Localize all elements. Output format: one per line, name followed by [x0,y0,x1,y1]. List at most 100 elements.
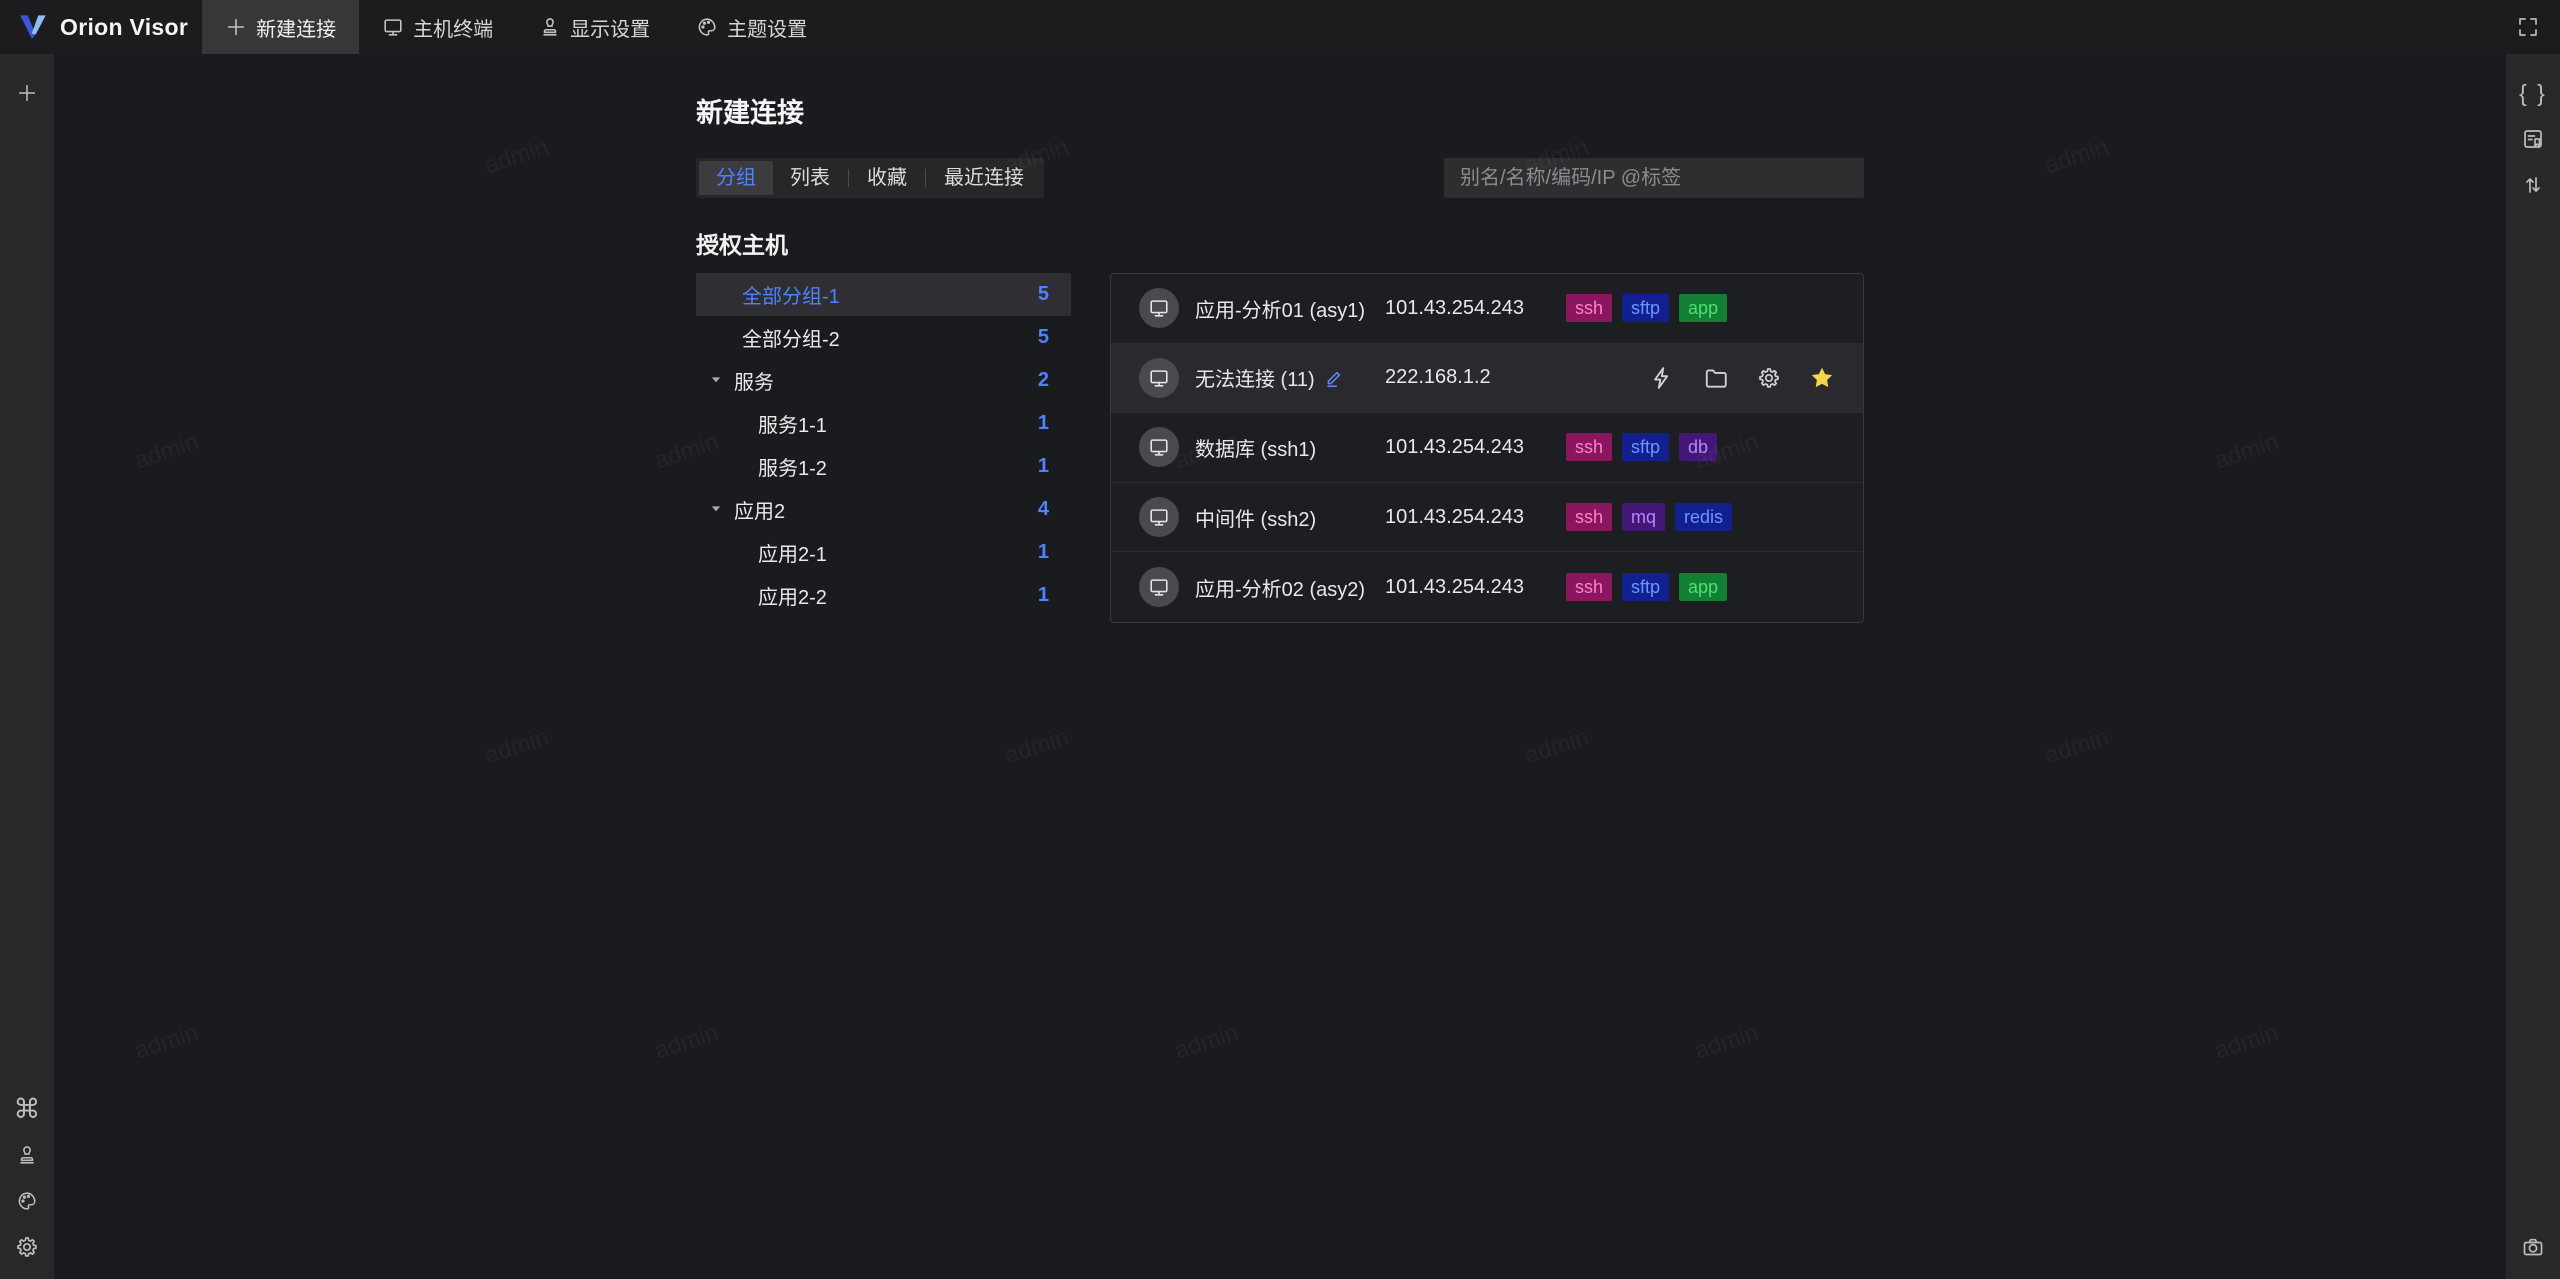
host-name: 应用-分析02 (asy2) [1195,578,1366,601]
group-tree: 授权主机 全部分组-1 5 全部分组-2 5 服务 2 服务1-1 1 服务1-… [696,198,1071,623]
tree-item-count: 1 [1037,584,1049,606]
divider [848,169,849,187]
tag-app: app [1679,573,1728,602]
tree-item[interactable]: 服务1-1 1 [696,402,1071,445]
watermark-text: admin [2211,1019,2282,1066]
app-name: Orion Visor [60,13,189,40]
host-row[interactable]: 中间件 (ssh2) 101.43.254.243 ssh mq redis [1111,483,1863,553]
action-gear-icon[interactable] [1757,366,1781,390]
watermark-text: admin [1171,1019,1242,1066]
stamp-icon [539,16,561,38]
tab-new-connection[interactable]: 新建连接 [202,0,360,54]
monitor-icon [382,16,404,38]
watermark-text: admin [1001,724,1072,771]
tree-item[interactable]: 服务 2 [696,359,1071,402]
tag-sftp: sftp [1622,573,1670,602]
tree-item-label: 应用2-1 [758,544,827,566]
view-tab-recent[interactable]: 最近连接 [927,161,1041,195]
fullscreen-button[interactable] [2511,10,2545,44]
tag-sftp: sftp [1622,433,1670,462]
watermark-text: admin [1691,1019,1762,1066]
sidebar-button-screenshot[interactable] [2516,1230,2550,1264]
tree-item-count: 4 [1037,498,1049,520]
watermark-text: admin [2211,429,2282,476]
host-row[interactable]: 应用-分析01 (asy1) 101.43.254.243 ssh sftp app [1111,274,1863,344]
sidebar-button-add[interactable] [10,76,44,110]
divider [925,169,926,187]
watermark-text: admin [481,724,552,771]
search-input[interactable] [1444,158,1864,198]
view-tab-group[interactable]: 分组 [699,161,773,195]
caret-down-icon[interactable] [709,369,723,392]
tree-item-label: 服务1-2 [758,458,827,480]
watermark-text: admin [2041,724,2112,771]
watermark-text: admin [131,429,202,476]
caret-down-icon[interactable] [709,498,723,521]
plus-icon [225,16,247,38]
host-tags: ssh sftp db [1566,433,1718,462]
host-list-panel: 应用-分析01 (asy1) 101.43.254.243 ssh sftp app… [1110,273,1864,623]
page-title: 新建连接 [696,98,804,128]
tag-app: app [1679,294,1728,323]
action-folder-icon[interactable] [1703,365,1729,391]
sidebar-button-shortcut-keys[interactable]: ⌘ [10,1092,44,1126]
action-lightning-icon[interactable] [1649,365,1675,391]
tree-item-count: 5 [1037,326,1049,348]
tab-host-terminal[interactable]: 主机终端 [359,0,516,54]
sidebar-button-settings[interactable] [10,1230,44,1264]
app-brand: Orion Visor [0,0,202,54]
host-row[interactable]: 应用-分析02 (asy2) 101.43.254.243 ssh sftp app [1111,552,1863,622]
watermark-text: admin [2041,134,2112,181]
sidebar-button-sort-order[interactable] [2516,168,2550,202]
palette-icon [696,16,718,38]
tag-ssh: ssh [1566,433,1613,462]
host-name: 应用-分析01 (asy1) [1195,299,1366,322]
host-actions [1649,365,1835,391]
view-tab-list[interactable]: 列表 [773,161,847,195]
host-name: 数据库 (ssh1) [1195,438,1317,461]
sidebar-button-doc-info[interactable] [2516,122,2550,156]
sidebar-button-json-view[interactable]: { } [2516,76,2550,110]
host-avatar [1139,497,1179,538]
tab-display-settings[interactable]: 显示设置 [516,0,673,54]
host-row[interactable]: 数据库 (ssh1) 101.43.254.243 ssh sftp db [1111,413,1863,483]
tree-item-label: 全部分组-2 [742,329,840,351]
tree-item-count: 1 [1037,541,1049,563]
tree-item[interactable]: 应用2-2 1 [696,574,1071,617]
tree-item[interactable]: 应用2 4 [696,488,1071,531]
host-name: 无法连接 (11) [1195,363,1385,392]
right-sidebar: { } [2506,54,2560,1279]
host-tags: ssh sftp app [1566,573,1728,602]
tree-item[interactable]: 全部分组-1 5 [696,273,1071,316]
tree-item[interactable]: 应用2-1 1 [696,531,1071,574]
host-ip: 101.43.254.243 [1385,505,1525,528]
tree-item[interactable]: 全部分组-2 5 [696,316,1071,359]
tree-item-count: 1 [1037,455,1049,477]
watermark-text: admin [1521,724,1592,771]
tag-ssh: ssh [1566,294,1613,323]
view-mode-tabs: 分组 列表 收藏 最近连接 [696,158,1044,198]
topbar-tabs: 新建连接 主机终端 显示设置 主题设置 [202,0,830,54]
sidebar-button-display-settings[interactable] [10,1138,44,1172]
tree-item-count: 5 [1037,283,1049,305]
action-star-icon[interactable] [1809,365,1835,391]
tag-mq: mq [1622,503,1666,532]
host-tags: ssh sftp app [1566,294,1728,323]
tree-item-count: 1 [1037,412,1049,434]
topbar: Orion Visor 新建连接 主机终端 显示设置 主题设置 [0,0,2560,54]
tree-heading: 授权主机 [696,232,788,258]
app-logo-icon [16,10,50,44]
host-avatar [1139,288,1179,329]
tag-ssh: ssh [1566,573,1613,602]
tree-item-label: 服务 [734,372,774,394]
edit-icon[interactable] [1324,367,1345,388]
main-area: admin admin admin admin admin admin admin admin… [54,54,2506,1279]
host-row[interactable]: 无法连接 (11) 222.168.1.2 [1111,343,1863,414]
view-tab-fav[interactable]: 收藏 [850,161,924,195]
tree-item[interactable]: 服务1-2 1 [696,445,1071,488]
tree-item-label: 应用2-2 [758,587,827,609]
sidebar-button-theme-settings[interactable] [10,1184,44,1218]
left-sidebar: ⌘ [0,54,54,1279]
tree-item-count: 2 [1037,369,1049,391]
tab-theme-settings[interactable]: 主题设置 [673,0,830,54]
